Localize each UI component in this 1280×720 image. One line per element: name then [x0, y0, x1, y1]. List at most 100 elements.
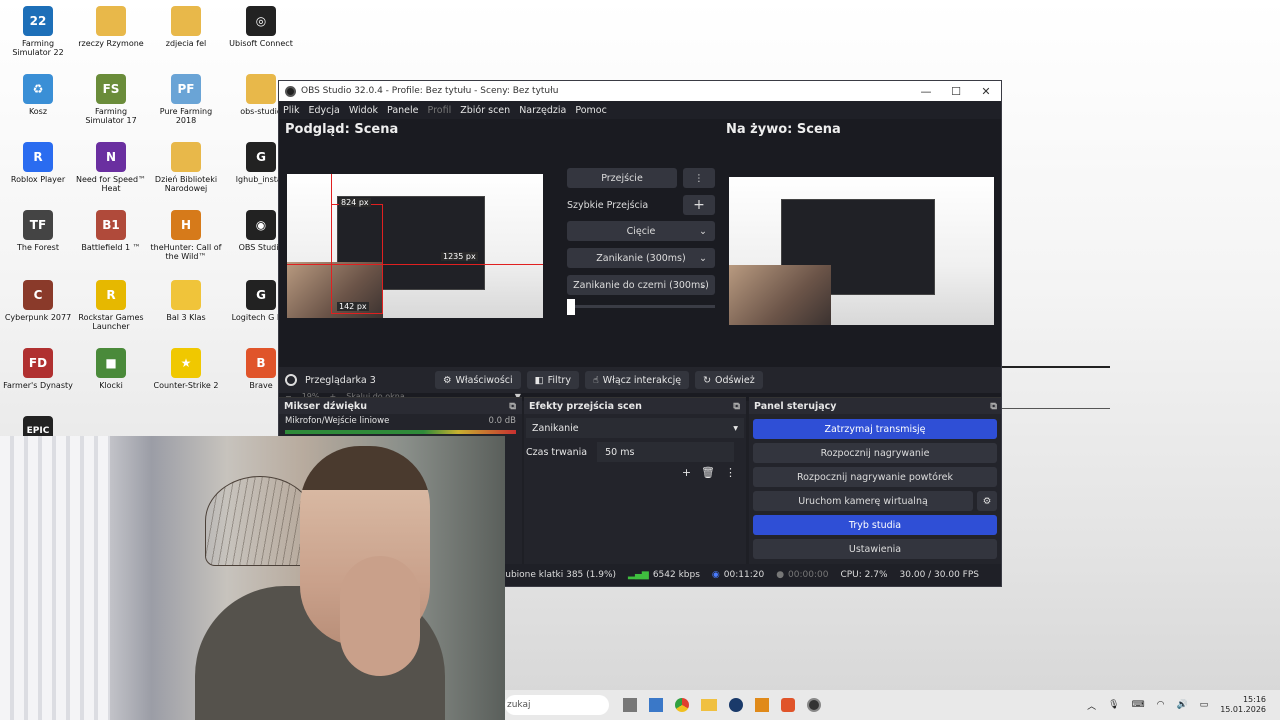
desktop-icon-label: The Forest	[17, 243, 59, 252]
add-icon[interactable]: +	[682, 466, 691, 479]
controls-dock: Panel sterujący ⧉ Zatrzymaj transmisję Roz…	[749, 397, 1001, 564]
file-explorer-icon[interactable]	[701, 699, 717, 711]
desktop-icon[interactable]: ♻ Kosz	[2, 74, 74, 116]
menu-item[interactable]: Widok	[349, 105, 378, 116]
desktop-app-icon: B	[246, 348, 276, 378]
source-toolbar-button[interactable]: ↻ Odśwież	[695, 371, 763, 389]
desktop-icon[interactable]: Bal 3 Klas	[150, 280, 222, 322]
fps: 30.00 / 30.00 FPS	[899, 570, 979, 580]
menu-item[interactable]: Narzędzia	[519, 105, 566, 116]
source-toolbar-button[interactable]: ◧ Filtry	[526, 371, 579, 389]
obs-taskbar-icon[interactable]	[807, 698, 821, 712]
desktop-icon[interactable]: HtheHunter: Call of the Wild™	[150, 210, 222, 261]
clock[interactable]: 15:16 15.01.2026	[1220, 695, 1266, 715]
control-button[interactable]: Tryb studia	[753, 515, 997, 535]
control-button[interactable]: Rozpocznij nagrywanie powtórek	[753, 467, 997, 487]
desktop-icon[interactable]: FD Farmer's Dynasty	[2, 348, 74, 390]
control-button[interactable]: Ustawienia	[753, 539, 997, 559]
desktop-icon-label: Farming Simulator 22	[12, 39, 64, 57]
desktop-icon[interactable]: ■ Klocki	[75, 348, 147, 390]
menu-item[interactable]: Pomoc	[575, 105, 607, 116]
toolbar-icon: ◧	[534, 374, 544, 386]
desktop-app-icon: ◉	[246, 210, 276, 240]
preview-canvas[interactable]: 824 px 1235 px 142 px	[287, 174, 543, 318]
menu-item[interactable]: Plik	[283, 105, 300, 116]
tray-chevron-icon[interactable]: ︿	[1087, 699, 1096, 712]
menu-item[interactable]: Zbiór scen	[460, 105, 510, 116]
transition-select[interactable]: Zanikanie ▾	[526, 418, 744, 438]
mixer-title: Mikser dźwięku	[284, 400, 368, 412]
desktop-icon[interactable]: R Roblox Player	[2, 142, 74, 184]
quick-transition-fade-black[interactable]: Zanikanie do czerni (300ms) ⌄	[567, 275, 715, 295]
quick-transition-fade[interactable]: Zanikanie (300ms) ⌄	[567, 248, 715, 268]
desktop-icon[interactable]: rzeczy Rzymone	[75, 6, 147, 48]
game-app-icon[interactable]	[755, 698, 769, 712]
source-toolbar-button[interactable]: ⚙ Właściwości	[435, 371, 521, 389]
dock-undock-icon[interactable]: ⧉	[509, 401, 516, 412]
toolbar-icon: ⚙	[443, 374, 452, 386]
maximize-button[interactable]: ☐	[941, 85, 971, 98]
trash-icon[interactable]: 🗑	[701, 466, 715, 479]
source-toolbar-button[interactable]: ☝ Włącz interakcję	[584, 371, 690, 389]
desktop-icon[interactable]: B1 Battlefield 1 ™	[75, 210, 147, 252]
desktop-app-icon: G	[246, 280, 276, 310]
menu-item[interactable]: Profil	[428, 105, 452, 116]
store-icon[interactable]	[649, 698, 663, 712]
taskbar-search[interactable]: zukaj	[505, 695, 609, 715]
control-button[interactable]: Rozpocznij nagrywanie	[753, 443, 997, 463]
desktop-app-icon: R	[96, 280, 126, 310]
quick-transition-cut[interactable]: Cięcie ⌄	[567, 221, 715, 241]
menu-item[interactable]: Panele	[387, 105, 418, 116]
desktop-icon[interactable]: 22 Farming Simulator 22	[2, 6, 74, 57]
close-button[interactable]: ✕	[971, 85, 1001, 98]
menu-item[interactable]: Edycja	[309, 105, 340, 116]
wifi-icon[interactable]: ◠	[1157, 700, 1165, 710]
dimension-label: 1235 px	[441, 252, 478, 261]
desktop-app-icon: TF	[23, 210, 53, 240]
desktop-icon[interactable]: TF The Forest	[2, 210, 74, 252]
desktop-icon[interactable]: PF Pure Farming 2018	[150, 74, 222, 125]
desktop-icon[interactable]: ◎ Ubisoft Connect	[225, 6, 297, 48]
desktop-icon-label: Roblox Player	[10, 175, 66, 184]
desktop-app-icon: ★	[171, 348, 201, 378]
duration-input[interactable]: 50 ms	[597, 442, 734, 462]
keyboard-icon[interactable]: ⌨	[1132, 700, 1145, 710]
minimize-button[interactable]: —	[911, 85, 941, 98]
selection-box[interactable]	[331, 204, 383, 314]
dimension-label: 824 px	[339, 198, 371, 207]
desktop-icon[interactable]: zdjecia fel	[150, 6, 222, 48]
toolbar-label: Włącz interakcję	[602, 374, 682, 386]
desktop-app-icon: C	[23, 280, 53, 310]
desktop-icon-label: Bal 3 Klas	[166, 313, 206, 322]
more-icon[interactable]: ⋮	[725, 466, 736, 479]
task-view-icon[interactable]	[623, 698, 637, 712]
desktop-app-icon	[171, 6, 201, 36]
desktop-icon[interactable]: R Rockstar Games Launcher	[75, 280, 147, 331]
battery-icon[interactable]: ▭	[1200, 700, 1209, 710]
cpu-usage: CPU: 2.7%	[840, 570, 888, 580]
desktop-icon[interactable]: FS Farming Simulator 17	[75, 74, 147, 125]
t-bar-handle[interactable]	[567, 299, 575, 315]
more-icon[interactable]: ⋮	[683, 168, 715, 188]
desktop-app-icon: ■	[96, 348, 126, 378]
add-icon[interactable]: +	[683, 195, 715, 215]
desktop-icon[interactable]: C Cyberpunk 2077	[2, 280, 74, 322]
gear-icon[interactable]: ⚙	[977, 491, 997, 511]
microphone-icon[interactable]: 🎙	[1108, 700, 1119, 710]
preview-area: Podgląd: Scena Na żywo: Scena 824 px 123…	[279, 119, 1001, 401]
brave-icon[interactable]	[781, 698, 795, 712]
desktop-icon[interactable]: ★ Counter-Strike 2	[150, 348, 222, 390]
desktop-stripe	[1000, 366, 1110, 368]
desktop-icon[interactable]: N Need for Speed™ Heat	[75, 142, 147, 193]
desktop-icon-label: Battlefield 1 ™	[81, 243, 141, 252]
transition-button[interactable]: Przejście	[567, 168, 677, 188]
chrome-icon[interactable]	[675, 698, 689, 712]
dock-undock-icon[interactable]: ⧉	[990, 401, 997, 412]
desktop-icon[interactable]: Dzień Biblioteki Narodowej	[150, 142, 222, 193]
control-button[interactable]: Zatrzymaj transmisję	[753, 419, 997, 439]
desktop-app-icon: R	[23, 142, 53, 172]
steam-icon[interactable]	[729, 698, 743, 712]
volume-icon[interactable]: 🔊	[1176, 700, 1187, 710]
dock-undock-icon[interactable]: ⧉	[733, 401, 740, 412]
control-button[interactable]: Uruchom kamerę wirtualną	[753, 491, 973, 511]
